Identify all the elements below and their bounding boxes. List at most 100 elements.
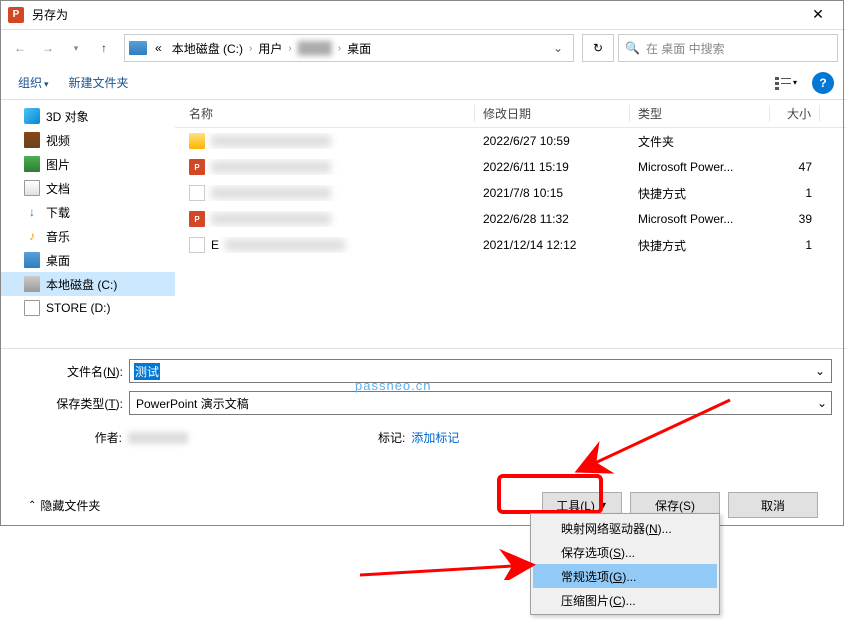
desktop-icon	[24, 252, 40, 268]
pictures-icon	[24, 156, 40, 172]
filename-redacted	[211, 213, 331, 225]
menu-item-save-options[interactable]: 保存选项(S)...	[533, 540, 717, 564]
author-label: 作者:	[14, 429, 122, 446]
sidebar-item-desktop[interactable]: 桌面	[0, 248, 175, 272]
address-bar[interactable]: « 本地磁盘 (C:) › 用户 › ████ › 桌面 ⌄	[124, 34, 574, 62]
breadcrumb-item[interactable]: 本地磁盘 (C:)	[168, 38, 247, 59]
forward-button: →	[36, 36, 60, 60]
breadcrumb-item[interactable]: 桌面	[343, 38, 375, 59]
file-row[interactable]: 2021/7/8 10:15快捷方式1	[175, 180, 846, 206]
cell-date: 2022/6/28 11:32	[475, 212, 630, 226]
filename-label: 文件名(N):	[14, 363, 129, 380]
cell-type: Microsoft Power...	[630, 160, 770, 174]
drive-icon	[24, 300, 40, 316]
menu-item-general-options[interactable]: 常规选项(G)...	[533, 564, 717, 588]
author-value-redacted[interactable]	[128, 432, 188, 444]
up-button[interactable]: ↑	[92, 36, 116, 60]
sidebar-item-store-d[interactable]: STORE (D:)	[0, 296, 175, 320]
breadcrumb-prefix[interactable]: «	[151, 39, 166, 57]
sidebar-item-downloads[interactable]: ↓下载	[0, 200, 175, 224]
column-header-date[interactable]: 修改日期	[475, 105, 630, 122]
filetype-label: 保存类型(T):	[14, 395, 129, 412]
chevron-right-icon: ›	[338, 43, 341, 54]
file-row[interactable]: E2021/12/14 12:12快捷方式1	[175, 232, 846, 258]
sidebar-item-3d-objects[interactable]: 3D 对象	[0, 104, 175, 128]
cell-size: 47	[770, 160, 820, 174]
drive-icon	[24, 276, 40, 292]
breadcrumb-item-redacted[interactable]: ████	[294, 39, 336, 57]
cell-type: Microsoft Power...	[630, 212, 770, 226]
file-row[interactable]: P 2022/6/28 11:32Microsoft Power...39	[175, 206, 846, 232]
drive-icon	[129, 41, 147, 55]
window-title: 另存为	[32, 6, 798, 23]
list-view-icon	[775, 76, 791, 90]
cell-date: 2021/7/8 10:15	[475, 186, 630, 200]
cell-type: 快捷方式	[630, 185, 770, 202]
recent-dropdown[interactable]: ▾	[64, 36, 88, 60]
chevron-right-icon: ›	[288, 43, 291, 54]
search-input[interactable]: 🔍 在 桌面 中搜索	[618, 34, 838, 62]
sidebar: 3D 对象 视频 图片 文档 ↓下载 ♪音乐 桌面 本地磁盘 (C:) STOR…	[0, 100, 175, 348]
cancel-button[interactable]: 取消	[728, 492, 818, 518]
file-list-header: 名称 修改日期 类型 大小	[175, 100, 846, 128]
sidebar-item-documents[interactable]: 文档	[0, 176, 175, 200]
chevron-right-icon: ›	[249, 43, 252, 54]
cell-date: 2022/6/11 15:19	[475, 160, 630, 174]
sidebar-item-music[interactable]: ♪音乐	[0, 224, 175, 248]
filename-redacted	[211, 135, 331, 147]
downloads-icon: ↓	[24, 204, 40, 220]
close-button[interactable]: ✕	[798, 1, 838, 29]
tools-dropdown-menu: 映射网络驱动器(N)... 保存选项(S)... 常规选项(G)... 压缩图片…	[530, 513, 720, 615]
help-button[interactable]: ?	[812, 72, 834, 94]
filename-redacted	[211, 161, 331, 173]
sidebar-item-local-disk-c[interactable]: 本地磁盘 (C:)	[0, 272, 175, 296]
filetype-select[interactable]: PowerPoint 演示文稿 ⌄	[129, 391, 832, 415]
filename-redacted	[225, 239, 345, 251]
refresh-button[interactable]: ↻	[582, 34, 614, 62]
file-list: 名称 修改日期 类型 大小 2022/6/27 10:59文件夹 P 2022/6/…	[175, 100, 846, 348]
address-dropdown[interactable]: ⌄	[547, 41, 569, 55]
filename-dropdown[interactable]: ⌄	[811, 362, 829, 380]
powerpoint-icon: P	[189, 211, 205, 227]
cell-size: 1	[770, 186, 820, 200]
videos-icon	[24, 132, 40, 148]
cell-size: 1	[770, 238, 820, 252]
file-row[interactable]: P 2022/6/11 15:19Microsoft Power...47	[175, 154, 846, 180]
cell-size: 39	[770, 212, 820, 226]
back-button[interactable]: ←	[8, 36, 32, 60]
search-icon: 🔍	[625, 41, 640, 55]
cell-type: 快捷方式	[630, 237, 770, 254]
organize-menu[interactable]: 组织▾	[12, 70, 55, 95]
3d-objects-icon	[24, 108, 40, 124]
hide-folders-toggle[interactable]: ⌃ 隐藏文件夹	[28, 497, 100, 514]
file-row[interactable]: 2022/6/27 10:59文件夹	[175, 128, 846, 154]
column-header-type[interactable]: 类型	[630, 105, 770, 122]
cell-date: 2021/12/14 12:12	[475, 238, 630, 252]
menu-item-map-drive[interactable]: 映射网络驱动器(N)...	[533, 516, 717, 540]
add-tags-link[interactable]: 添加标记	[411, 429, 459, 446]
chevron-up-icon: ⌃	[28, 500, 36, 511]
view-mode-button[interactable]: ▾	[768, 70, 804, 96]
sidebar-item-videos[interactable]: 视频	[0, 128, 175, 152]
tags-label: 标记:	[378, 429, 405, 446]
breadcrumb: « 本地磁盘 (C:) › 用户 › ████ › 桌面	[151, 38, 543, 59]
breadcrumb-item[interactable]: 用户	[254, 38, 286, 59]
column-header-size[interactable]: 大小	[770, 105, 820, 122]
filename-input[interactable]: 测试 ⌄	[129, 359, 832, 383]
cell-type: 文件夹	[630, 133, 770, 150]
documents-icon	[24, 180, 40, 196]
search-placeholder: 在 桌面 中搜索	[646, 40, 725, 57]
new-folder-button[interactable]: 新建文件夹	[63, 70, 135, 95]
shortcut-icon	[189, 237, 205, 253]
annotation-arrow-2	[350, 540, 550, 580]
folder-icon	[189, 133, 205, 149]
sidebar-item-pictures[interactable]: 图片	[0, 152, 175, 176]
powerpoint-icon: P	[189, 159, 205, 175]
cell-date: 2022/6/27 10:59	[475, 134, 630, 148]
shortcut-icon	[189, 185, 205, 201]
music-icon: ♪	[24, 228, 40, 244]
app-icon: P	[8, 7, 24, 23]
column-header-name[interactable]: 名称	[175, 105, 475, 122]
menu-item-compress-pictures[interactable]: 压缩图片(C)...	[533, 588, 717, 612]
filename-redacted	[211, 187, 331, 199]
